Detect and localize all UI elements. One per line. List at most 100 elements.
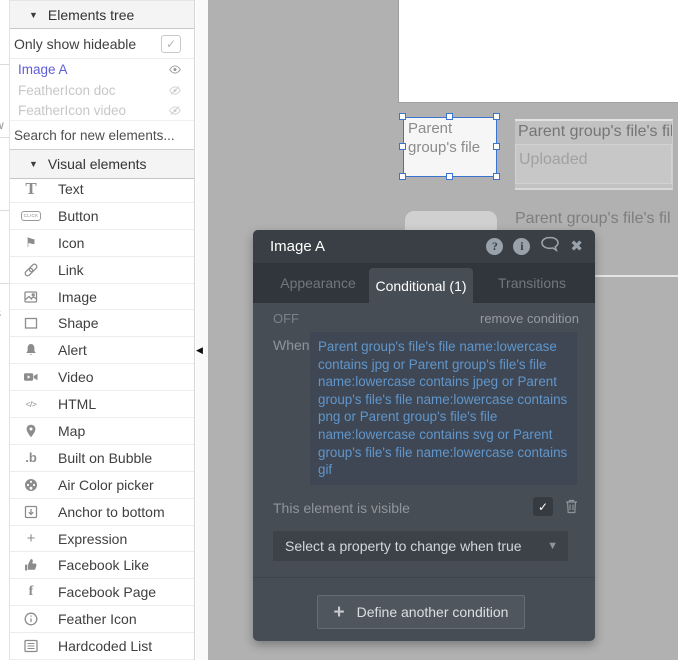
define-another-condition-button[interactable]: + Define another condition (317, 595, 525, 629)
selection-handle[interactable] (399, 113, 406, 120)
visual-elements-header[interactable]: ▼ Visual elements (10, 150, 194, 179)
palette-item-video[interactable]: Video (10, 364, 194, 391)
when-label: When (273, 337, 310, 353)
eye-icon[interactable] (168, 63, 182, 76)
file-title-text[interactable]: Parent group's file's fil (515, 121, 672, 141)
only-show-hideable-checkbox[interactable]: ✓ (161, 35, 181, 53)
selected-element-label: Parent group's file (408, 120, 480, 156)
palette-item-link[interactable]: Link (10, 257, 194, 284)
comment-icon[interactable] (540, 236, 560, 257)
property-editor-dialog: Image A ? i ✖ AppearanceConditional (1)T… (253, 230, 595, 641)
chevron-down-icon: ▼ (547, 540, 558, 552)
close-icon[interactable]: ✖ (570, 239, 583, 254)
palette-item-alert[interactable]: Alert (10, 337, 194, 364)
condition-off-toggle[interactable]: OFF (273, 311, 299, 326)
tree-item-image-a[interactable]: Image A (10, 59, 194, 80)
chevron-down-icon: ▼ (29, 10, 38, 20)
palette-item-anchor-to-bottom[interactable]: Anchor to bottom (10, 499, 194, 526)
selection-handle[interactable] (493, 113, 500, 120)
palette-item-hardcoded-list[interactable]: Hardcoded List (10, 633, 194, 660)
element-visible-label: This element is visible (273, 500, 410, 516)
info-circle-icon (18, 611, 44, 627)
trash-icon[interactable] (564, 498, 579, 519)
only-show-hideable-row: Only show hideable ✓ (10, 29, 194, 59)
palette-item-facebook-like[interactable]: Facebook Like (10, 552, 194, 579)
search-new-elements-input[interactable] (14, 128, 184, 143)
selected-image-element[interactable]: Parent group's file (403, 117, 497, 177)
palette-item-map[interactable]: Map (10, 418, 194, 445)
palette-item-shape[interactable]: Shape (10, 310, 194, 337)
video-camera-icon (18, 369, 44, 385)
map-pin-icon (18, 423, 44, 439)
flag-icon: ⚑ (18, 235, 44, 251)
facebook-f-icon: f (18, 584, 44, 600)
property-select-dropdown[interactable]: Select a property to change when true ▼ (273, 531, 568, 561)
thumbs-up-icon (18, 557, 44, 573)
palette-item-facebook-page[interactable]: f Facebook Page (10, 579, 194, 606)
left-gutter: w s (0, 0, 10, 660)
panel-gap (196, 0, 208, 660)
plus-icon: + (334, 603, 345, 622)
info-icon[interactable]: i (513, 238, 530, 255)
palette-item-air-color-picker[interactable]: Air Color picker (10, 472, 194, 499)
palette-item-html[interactable]: </>HTML (10, 391, 194, 418)
code-icon: </> (18, 399, 44, 409)
define-button-label: Define another condition (357, 604, 509, 620)
palette-item-label: Facebook Page (58, 584, 156, 600)
image-icon (18, 289, 44, 305)
palette-item-label: Link (58, 262, 84, 278)
help-icon[interactable]: ? (486, 238, 503, 255)
dialog-titlebar[interactable]: Image A ? i ✖ (253, 230, 595, 263)
anchor-bottom-icon (18, 504, 44, 520)
elements-tree-list: Image A FeatherIcon doc FeatherIcon video (10, 59, 194, 120)
uploaded-text[interactable]: Uploaded (515, 144, 672, 184)
file-title-text-2[interactable]: Parent group's file's fil (515, 210, 678, 228)
palette-item-expression[interactable]: +Expression (10, 526, 194, 553)
tree-item-feathericon-video[interactable]: FeatherIcon video (10, 100, 194, 120)
palette-item-label: Expression (58, 531, 127, 547)
tree-item-label: FeatherIcon video (18, 103, 126, 118)
tab-conditional-1[interactable]: Conditional (1) (369, 268, 473, 303)
dialog-body: OFF remove condition When Parent group's… (253, 303, 595, 641)
selection-handle[interactable] (399, 173, 406, 180)
eye-off-icon[interactable] (168, 104, 182, 117)
palette-item-label: Hardcoded List (58, 638, 152, 654)
file-cell-1[interactable]: Parent group's file's fil Uploaded (515, 119, 673, 190)
palette-item-label: Button (58, 208, 98, 224)
palette-item-icon[interactable]: ⚑Icon (10, 230, 194, 257)
elements-sidebar: ▼ Elements tree Only show hideable ✓ Ima… (10, 0, 195, 660)
palette-icon (18, 477, 44, 493)
elements-tree-title: Elements tree (48, 7, 134, 23)
tab-appearance[interactable]: Appearance (267, 263, 369, 303)
clipped-text-fragment: s (0, 306, 1, 320)
chevron-down-icon: ▼ (29, 159, 38, 169)
tree-item-feathericon-doc[interactable]: FeatherIcon doc (10, 80, 194, 100)
selection-handle[interactable] (493, 143, 500, 150)
element-visible-checkbox[interactable]: ✓ (533, 497, 553, 516)
palette-item-label: Map (58, 423, 85, 439)
selection-handle[interactable] (399, 143, 406, 150)
page-area[interactable] (398, 0, 678, 103)
tree-item-label: FeatherIcon doc (18, 83, 116, 98)
palette-item-button[interactable]: CLICKButton (10, 203, 194, 230)
palette-item-image[interactable]: Image (10, 284, 194, 311)
bubble-editor: w s ▼ Elements tree Only show hideable ✓… (0, 0, 678, 660)
visual-elements-title: Visual elements (48, 156, 147, 172)
palette-item-feather-icon[interactable]: Feather Icon (10, 606, 194, 633)
elements-tree-header[interactable]: ▼ Elements tree (10, 0, 194, 29)
selection-handle[interactable] (446, 113, 453, 120)
condition-expression-input[interactable]: Parent group's file's file name:lowercas… (310, 332, 577, 485)
clipped-text-fragment: w (0, 118, 4, 132)
eye-off-icon[interactable] (168, 84, 182, 97)
palette-item-label: Built on Bubble (58, 450, 152, 466)
selection-handle[interactable] (446, 173, 453, 180)
collapse-panel-arrow[interactable]: ◀ (196, 345, 203, 356)
palette-item-label: Facebook Like (58, 557, 149, 573)
search-row (10, 120, 194, 150)
dialog-title: Image A (270, 238, 486, 255)
remove-condition-link[interactable]: remove condition (480, 311, 579, 326)
selection-handle[interactable] (493, 173, 500, 180)
tab-transitions[interactable]: Transitions (481, 263, 583, 303)
palette-item-built-on-bubble[interactable]: .bBuilt on Bubble (10, 445, 194, 472)
palette-item-text[interactable]: TText (10, 176, 194, 203)
